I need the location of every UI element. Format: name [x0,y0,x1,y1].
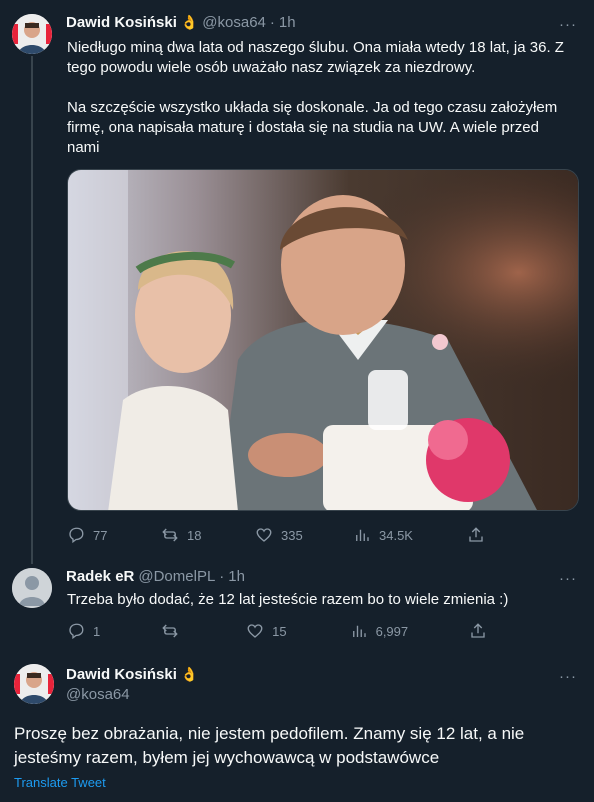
share-icon [469,527,483,542]
author-name[interactable]: Dawid Kosiński [66,14,177,31]
author-name[interactable]: Dawid Kosiński [66,666,177,683]
wedding-photo-image [68,170,578,510]
author-handle[interactable]: @kosa64 [202,14,266,31]
reply-icon [69,623,84,640]
retweet-icon [162,528,178,542]
tweet-reply-radek[interactable]: Radek eR @DomelPL · 1h ··· Trzeba było d… [0,556,594,656]
views-count: 34.5K [379,527,413,543]
heart-icon [256,528,272,542]
timestamp[interactable]: 1h [228,568,245,585]
views-button[interactable]: 34.5K [353,526,467,544]
retweet-button[interactable]: 18 [161,526,255,544]
like-count: 15 [272,623,287,639]
views-chart-icon [352,625,366,637]
ok-hand-badge-icon: 👌 [180,666,199,682]
focused-tweet-text: Proszę bez obrażania, nie jestem pedofil… [14,724,525,767]
like-button[interactable]: 15 [246,622,349,640]
more-options-icon[interactable]: ··· [558,666,578,686]
reply-button[interactable]: 77 [67,526,161,544]
views-count: 6,997 [375,623,409,639]
tweet-original[interactable]: Dawid Kosiński 👌 @kosa64 · 1h ··· Niedłu… [0,0,594,556]
retweet-icon [161,624,178,638]
more-options-icon[interactable]: ··· [558,568,578,588]
share-icon [471,623,485,638]
reply-icon [69,527,84,544]
ok-hand-badge-icon: 👌 [180,14,199,30]
translate-tweet-link[interactable]: Translate Tweet [14,775,106,790]
tweet-text-paragraph-1: Niedługo miną dwa lata od naszego ślubu.… [67,39,564,76]
separator-dot: · [219,568,225,585]
tweet1-actions: 77 18 335 34.5K [67,526,487,544]
views-chart-icon [356,529,369,541]
like-button[interactable]: 335 [255,526,353,544]
more-options-icon[interactable]: ··· [558,14,578,34]
heart-icon [247,624,263,638]
avatar-dawid[interactable] [14,664,54,704]
reply-count: 77 [93,527,108,543]
author-handle[interactable]: @DomelPL [138,568,215,585]
like-count: 335 [281,527,303,543]
author-handle[interactable]: @kosa64 [66,686,130,703]
tweet-text: Trzeba było dodać, że 12 lat jesteście r… [67,591,509,608]
reply-button[interactable]: 1 [67,622,161,640]
wedding-photo[interactable] [67,169,579,511]
default-profile-icon [12,568,52,608]
retweet-count: 18 [187,527,202,543]
share-button[interactable] [469,622,487,640]
share-button[interactable] [467,526,485,544]
avatar-dawid[interactable] [12,14,52,54]
reply-count: 1 [93,623,101,639]
separator-dot: · [269,14,275,31]
avatar-image-icon [14,664,54,704]
tweet-text-paragraph-2: Na szczęście wszystko układa się doskona… [67,99,558,156]
avatar-image-icon [12,14,52,54]
author-name[interactable]: Radek eR [66,568,134,585]
timestamp[interactable]: 1h [279,14,296,31]
retweet-button[interactable] [161,622,247,640]
avatar-radek[interactable] [12,568,52,608]
views-button[interactable]: 6,997 [350,622,469,640]
tweet2-actions: 1 15 6,997 [67,622,487,640]
